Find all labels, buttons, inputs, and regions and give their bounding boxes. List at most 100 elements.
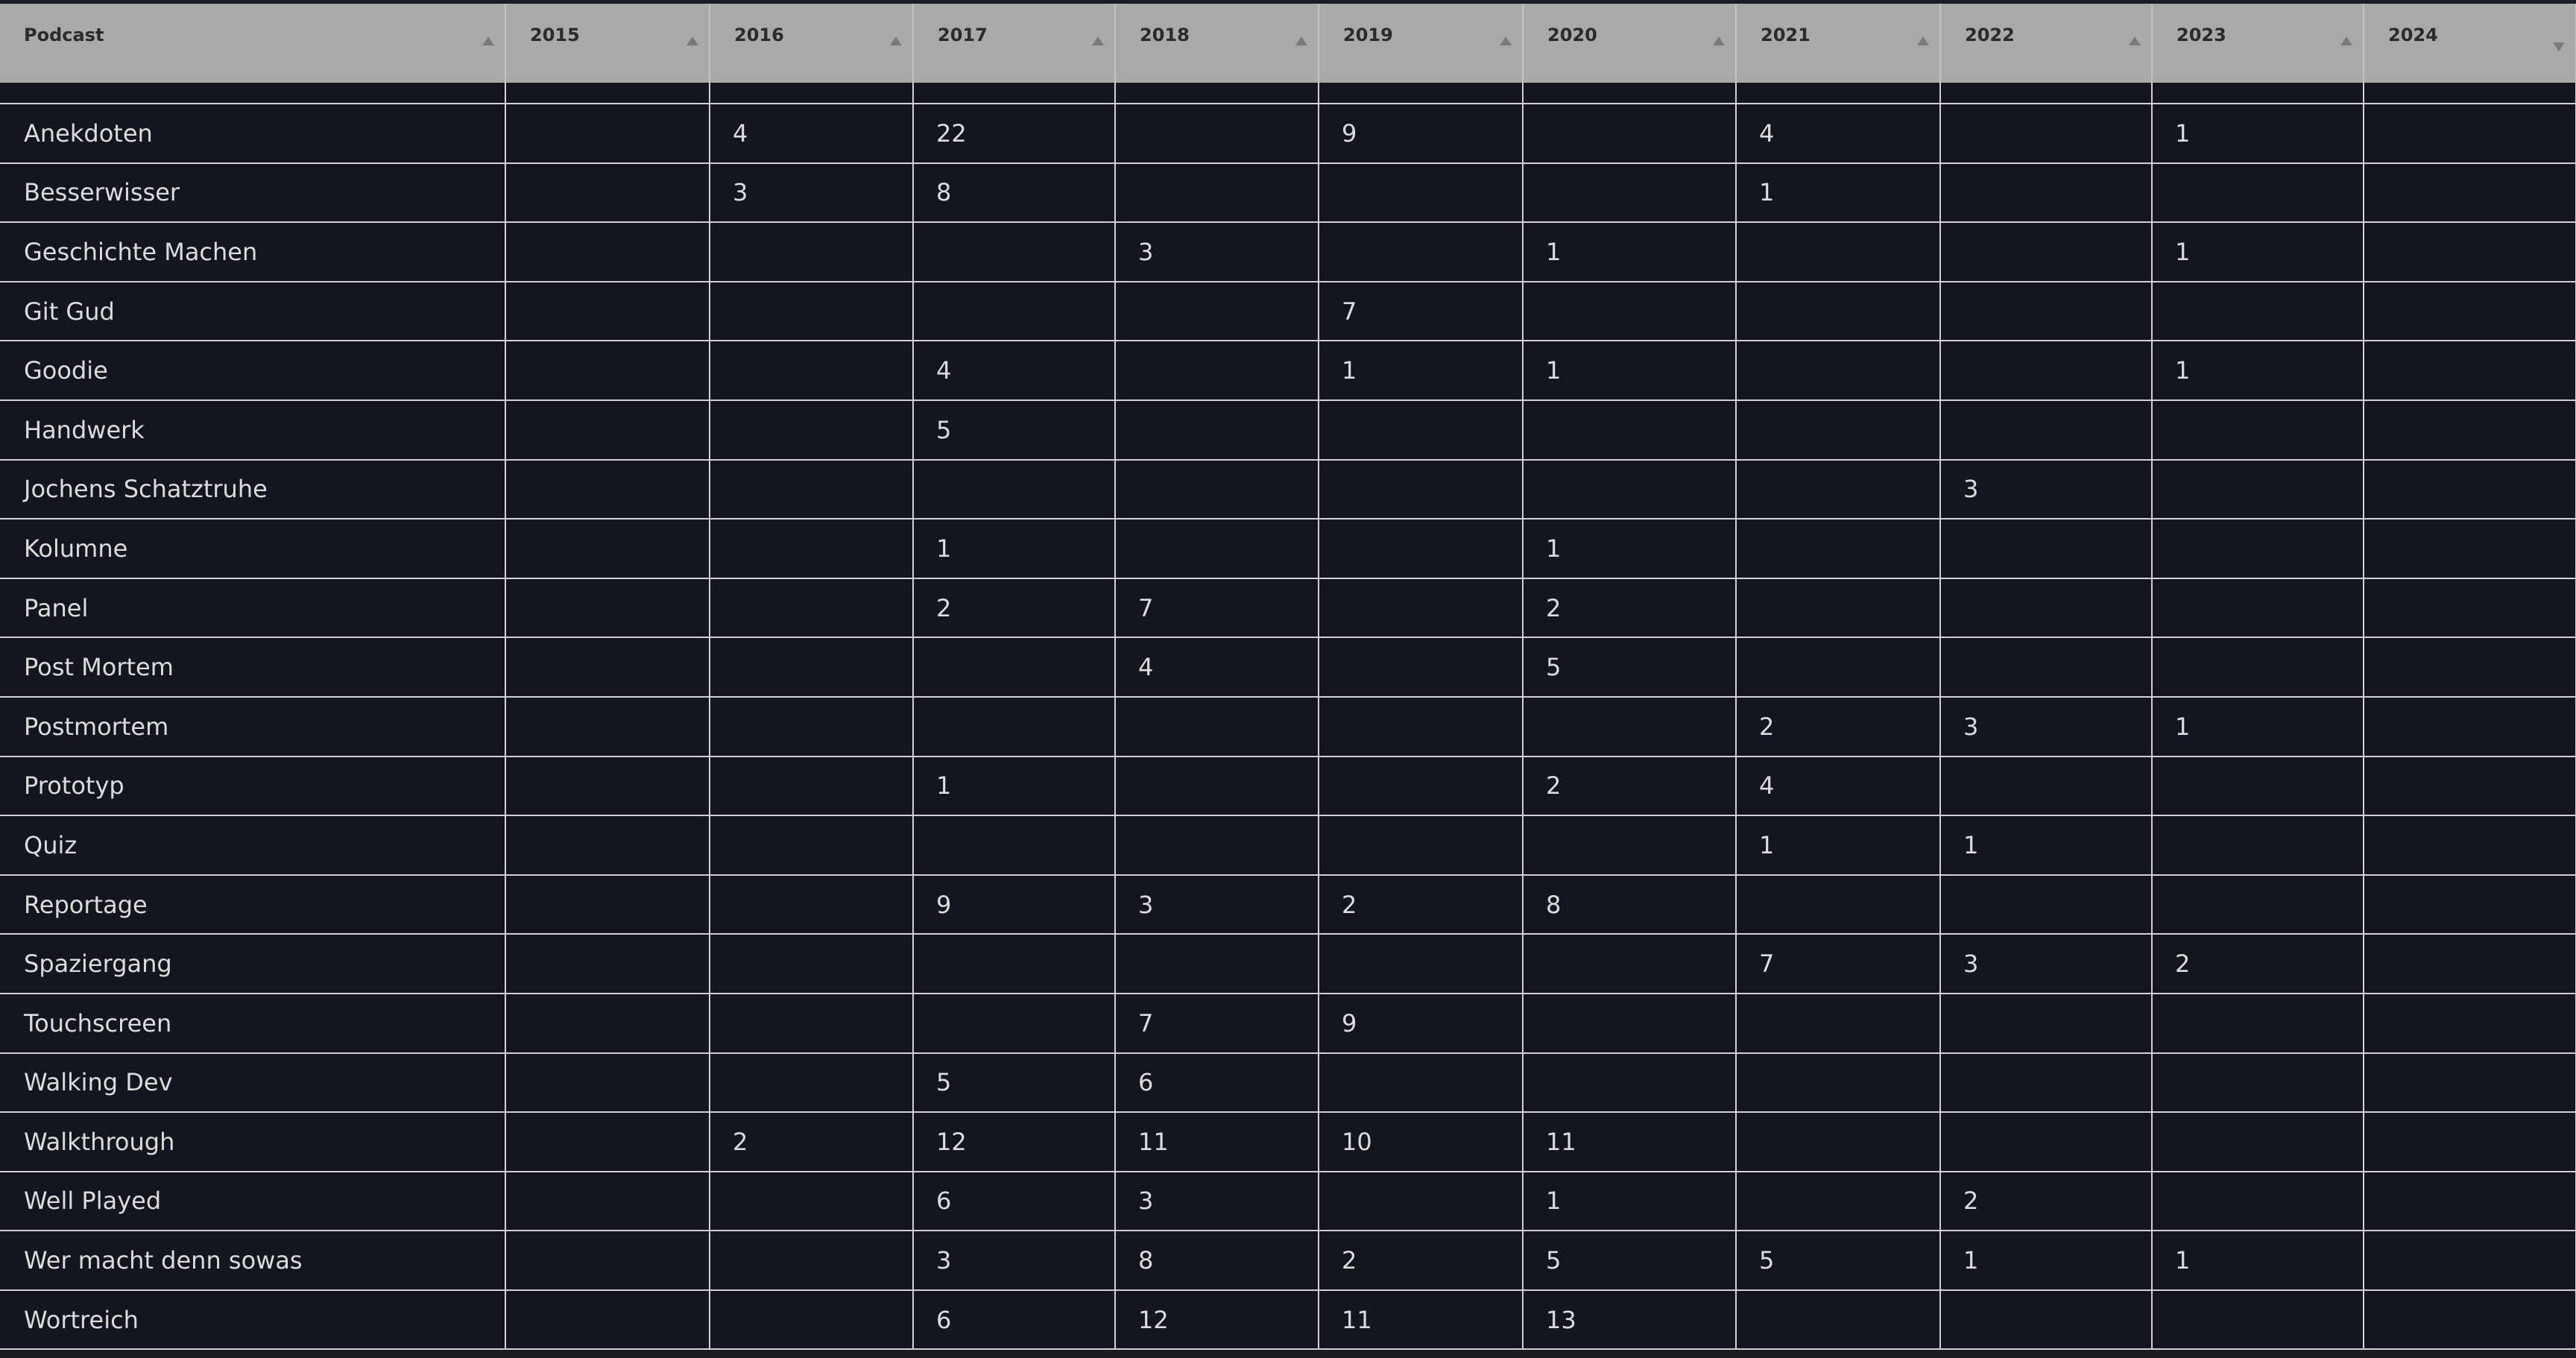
count-cell — [2152, 162, 2364, 224]
count-cell: 2 — [913, 578, 1116, 639]
count-cell — [710, 519, 914, 579]
count-cell: 3 — [1115, 1171, 1319, 1232]
table-row[interactable]: Walking Dev 5 6 — [0, 1052, 2576, 1114]
count-cell — [2152, 459, 2364, 520]
count-cell — [1736, 1171, 1941, 1232]
table-row[interactable]: Post Mortem 4 5 — [0, 637, 2576, 698]
count-cell: 2 — [1319, 1231, 1524, 1291]
table-row[interactable]: Reportage 9 3 2 8 — [0, 874, 2576, 935]
table-row[interactable]: Handwerk 5 — [0, 399, 2576, 461]
count-cell: 1 — [1523, 1171, 1737, 1232]
sort-up-icon[interactable] — [686, 37, 698, 45]
count-cell — [710, 934, 914, 994]
count-cell — [505, 281, 710, 342]
count-cell — [1115, 162, 1319, 224]
table-row[interactable]: Anekdoten 4 22 9 4 1 — [0, 104, 2576, 164]
count-cell — [1319, 222, 1524, 282]
sort-up-icon[interactable] — [1917, 37, 1929, 45]
count-cell — [1940, 222, 2153, 282]
table-row[interactable]: Spaziergang 7 3 2 — [0, 934, 2576, 994]
count-cell — [710, 637, 914, 698]
count-cell — [505, 874, 710, 935]
column-header-2016[interactable]: 2016 — [710, 4, 914, 83]
table-row[interactable]: Panel 2 7 2 — [0, 578, 2576, 639]
sort-up-icon[interactable] — [1713, 37, 1725, 45]
table-row[interactable]: Git Gud 7 — [0, 281, 2576, 342]
sort-up-icon[interactable] — [1295, 37, 1307, 45]
count-cell: 11 — [1319, 1289, 1524, 1350]
count-cell — [1736, 1289, 1941, 1350]
table-row[interactable]: Walkthrough 2 12 11 10 11 — [0, 1112, 2576, 1172]
column-header-2023[interactable]: 2023 — [2152, 4, 2364, 83]
count-cell: 2 — [1736, 696, 1941, 757]
table-cell — [1115, 83, 1319, 104]
count-cell — [1736, 578, 1941, 639]
table-row[interactable]: Besserwisser 3 8 1 — [0, 162, 2576, 224]
count-cell: 3 — [1940, 459, 2153, 520]
sort-up-icon[interactable] — [2340, 37, 2352, 45]
column-header-2018[interactable]: 2018 — [1115, 4, 1319, 83]
sort-down-icon[interactable] — [2553, 42, 2565, 51]
podcast-table-scroll-area[interactable]: Podcast 2015 2016 2017 2018 2019 2020 2021 2022 2… — [0, 4, 2576, 1350]
count-cell: 2 — [1940, 1171, 2153, 1232]
podcast-name-cell: Anekdoten — [0, 104, 506, 164]
count-cell: 1 — [1940, 1231, 2153, 1291]
table-row[interactable]: Prototyp 1 2 4 — [0, 756, 2576, 817]
bottom-edge — [0, 1350, 2576, 1358]
table-row[interactable]: Postmortem 2 3 1 — [0, 696, 2576, 757]
count-cell — [1523, 696, 1737, 757]
count-cell: 1 — [1523, 519, 1737, 579]
column-header-podcast[interactable]: Podcast — [0, 4, 506, 83]
column-header-2022[interactable]: 2022 — [1940, 4, 2153, 83]
sort-up-icon[interactable] — [890, 37, 902, 45]
count-cell — [710, 874, 914, 935]
table-cell — [0, 83, 506, 104]
table-row[interactable]: Kolumne 1 1 — [0, 519, 2576, 579]
count-cell: 1 — [1736, 162, 1941, 224]
count-cell — [710, 815, 914, 876]
count-cell: 4 — [1736, 756, 1941, 817]
table-row[interactable]: Jochens Schatztruhe 3 — [0, 459, 2576, 520]
count-cell — [1115, 519, 1319, 579]
count-cell — [1940, 874, 2153, 935]
column-header-2015[interactable]: 2015 — [505, 4, 710, 83]
column-header-label: 2019 — [1343, 25, 1393, 45]
count-cell — [505, 1171, 710, 1232]
count-cell: 2 — [1523, 578, 1737, 639]
table-row[interactable]: Geschichte Machen 3 1 1 — [0, 222, 2576, 282]
count-cell — [2152, 815, 2364, 876]
table-row[interactable]: Well Played 6 3 1 2 — [0, 1171, 2576, 1232]
count-cell: 11 — [1115, 1112, 1319, 1172]
column-header-2024[interactable]: 2024 — [2364, 4, 2576, 83]
count-cell — [2364, 696, 2576, 757]
count-cell — [1736, 637, 1941, 698]
table-row[interactable]: Goodie 4 1 1 1 — [0, 341, 2576, 401]
podcast-year-table: Podcast 2015 2016 2017 2018 2019 2020 2021 2022 2… — [0, 4, 2576, 1350]
count-cell: 5 — [913, 399, 1116, 461]
count-cell: 9 — [1319, 993, 1524, 1054]
table-row[interactable]: Wortreich 6 12 11 13 — [0, 1289, 2576, 1350]
table-row[interactable]: Touchscreen 7 9 — [0, 993, 2576, 1054]
column-header-2019[interactable]: 2019 — [1319, 4, 1524, 83]
count-cell — [913, 934, 1116, 994]
column-header-2020[interactable]: 2020 — [1523, 4, 1737, 83]
sort-up-icon[interactable] — [2129, 37, 2141, 45]
count-cell — [1523, 459, 1737, 520]
table-row[interactable]: Quiz 1 1 — [0, 815, 2576, 876]
sort-up-icon[interactable] — [1092, 37, 1104, 45]
count-cell — [1319, 696, 1524, 757]
count-cell — [1940, 756, 2153, 817]
sort-up-icon[interactable] — [1500, 37, 1512, 45]
count-cell — [1319, 756, 1524, 817]
count-cell: 12 — [913, 1112, 1116, 1172]
sort-up-icon[interactable] — [482, 37, 494, 45]
count-cell — [2152, 756, 2364, 817]
podcast-name-cell: Prototyp — [0, 756, 506, 817]
table-row[interactable]: Wer macht denn sowas 3 8 2 5 5 1 1 — [0, 1231, 2576, 1291]
count-cell — [2152, 637, 2364, 698]
column-header-2017[interactable]: 2017 — [913, 4, 1116, 83]
podcast-name-cell: Geschichte Machen — [0, 222, 506, 282]
count-cell — [1115, 756, 1319, 817]
count-cell — [2364, 993, 2576, 1054]
column-header-2021[interactable]: 2021 — [1736, 4, 1941, 83]
